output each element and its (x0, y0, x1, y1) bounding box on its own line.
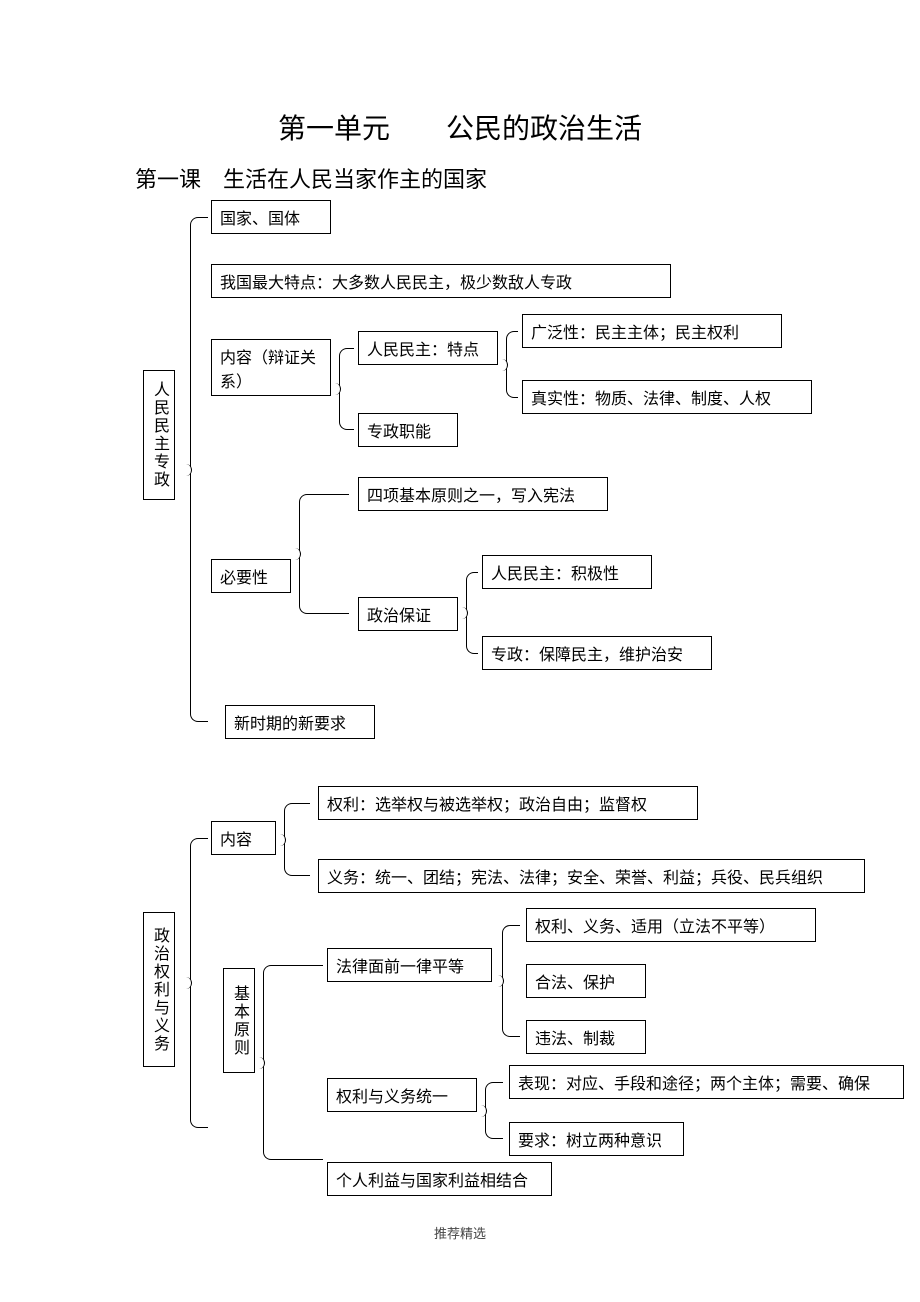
tree1-n4b1: 人民民主：积极性 (482, 555, 652, 589)
tree2-n2: 基本原则 (223, 968, 255, 1073)
tree1-n5: 新时期的新要求 (225, 705, 375, 739)
tree1-n3a1: 广泛性：民主主体；民主权利 (522, 314, 782, 348)
tree2-n1: 内容 (211, 821, 276, 855)
brace-tree2-n2b (485, 1082, 503, 1139)
tree2-n2a2: 合法、保护 (526, 964, 646, 998)
brace-tree2-n1 (284, 803, 310, 876)
tree2-n2a3: 违法、制裁 (526, 1020, 646, 1054)
tree1-n3b: 专政职能 (358, 413, 458, 447)
tree2-n2a1: 权利、义务、适用（立法不平等） (526, 908, 816, 942)
brace-tree1-n3 (339, 348, 354, 430)
brace-tree1-root (190, 217, 208, 722)
tree1-root: 人民民主专政 (143, 370, 175, 500)
tree1-n4b: 政治保证 (358, 597, 458, 631)
tree1-n3: 内容（辩证关系） (211, 339, 331, 396)
tree2-n1a: 权利：选举权与被选举权；政治自由；监督权 (318, 786, 698, 820)
tree1-n4b2: 专政：保障民主，维护治安 (482, 636, 712, 670)
tree1-n4a: 四项基本原则之一，写入宪法 (358, 477, 608, 511)
tree2-n2c: 个人利益与国家利益相结合 (327, 1162, 552, 1196)
tree1-n3a2: 真实性：物质、法律、制度、人权 (522, 380, 812, 414)
lesson-title: 第一课 生活在人民当家作主的国家 (135, 162, 487, 194)
unit-title: 第一单元 公民的政治生活 (0, 107, 920, 147)
brace-tree1-n4 (299, 494, 349, 614)
footer: 推荐精选 (0, 1223, 920, 1242)
brace-tree2-root (190, 838, 208, 1128)
brace-tree2-n2 (263, 965, 323, 1160)
tree2-n2b: 权利与义务统一 (327, 1078, 477, 1112)
tree1-n3a: 人民民主：特点 (358, 331, 498, 365)
tree1-n1: 国家、国体 (211, 200, 331, 234)
tree2-n1b: 义务：统一、团结；宪法、法律；安全、荣誉、利益；兵役、民兵组织 (318, 859, 865, 893)
brace-tree2-n2a (502, 925, 520, 1037)
tree2-n2b1: 表现：对应、手段和途径；两个主体；需要、确保 (509, 1065, 904, 1099)
tree2-n2b2: 要求：树立两种意识 (509, 1122, 684, 1156)
brace-tree1-n3a (506, 331, 518, 398)
tree2-root: 政治权利与义务 (143, 912, 175, 1067)
tree1-n4: 必要性 (211, 559, 291, 593)
tree2-n2a: 法律面前一律平等 (327, 948, 492, 982)
page: 第一单元 公民的政治生活 第一课 生活在人民当家作主的国家 人民民主专政 国家、… (0, 0, 920, 1302)
brace-tree1-n4b (466, 572, 478, 654)
tree1-n2: 我国最大特点：大多数人民民主，极少数敌人专政 (211, 264, 671, 298)
